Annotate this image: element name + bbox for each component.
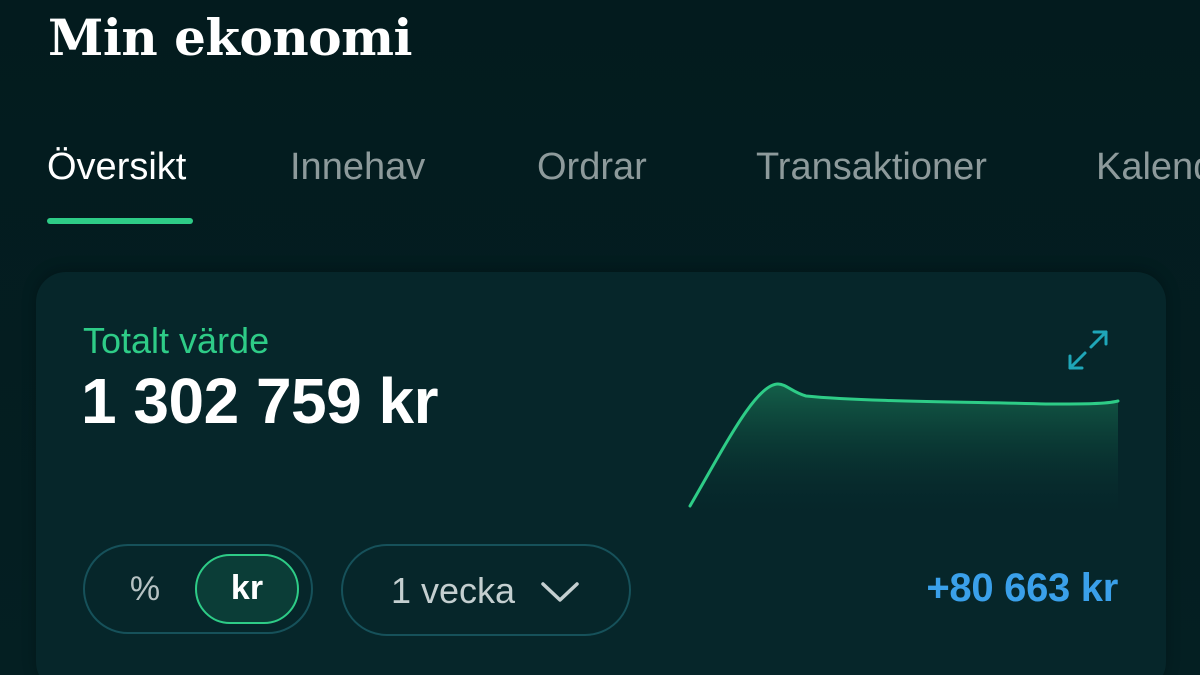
portfolio-summary-card: Totalt värde 1 302 759 kr % kr 1 vecka +… — [36, 272, 1166, 675]
unit-toggle: % kr — [83, 544, 313, 634]
period-label: 1 vecka — [391, 570, 516, 611]
tab-kalender[interactable]: Kalender — [1096, 146, 1200, 189]
tab-bar: Översikt Innehav Ordrar Transaktioner Ka… — [0, 140, 1200, 230]
toggle-kr-option[interactable]: kr — [195, 554, 299, 624]
active-tab-indicator — [47, 218, 193, 224]
total-value-label: Totalt värde — [83, 320, 270, 361]
toggle-percent-option[interactable]: % — [115, 570, 175, 609]
page-title: Min ekonomi — [48, 8, 413, 67]
tab-innehav[interactable]: Innehav — [290, 146, 425, 189]
tab-transaktioner[interactable]: Transaktioner — [756, 146, 987, 189]
portfolio-sparkline-chart — [688, 382, 1120, 524]
total-value-amount: 1 302 759 kr — [81, 365, 439, 437]
tab-oversikt[interactable]: Översikt — [47, 146, 186, 189]
app-screen: Min ekonomi Översikt Innehav Ordrar Tran… — [0, 0, 1200, 675]
value-change: +80 663 kr — [926, 566, 1118, 610]
period-selector[interactable]: 1 vecka — [341, 544, 631, 636]
chevron-down-icon — [541, 582, 579, 602]
tab-ordrar[interactable]: Ordrar — [537, 146, 647, 189]
